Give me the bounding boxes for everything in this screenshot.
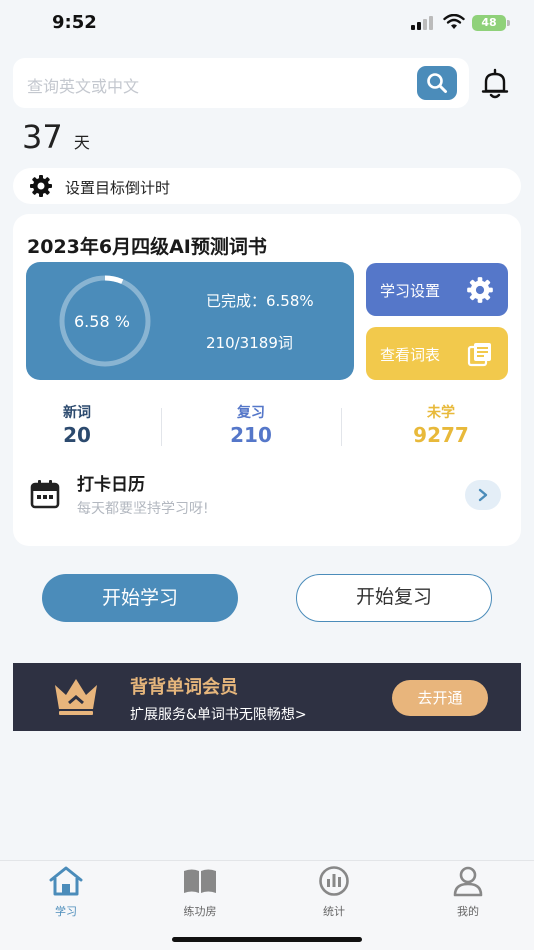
battery-indicator: 48 (472, 15, 506, 31)
search-icon (427, 73, 447, 93)
home-indicator (172, 937, 362, 942)
home-icon (49, 866, 83, 896)
stat-review-label: 复习 (237, 405, 265, 421)
tab-practice-label: 练功房 (183, 905, 217, 918)
stat-divider (341, 408, 342, 446)
checkin-calendar-title[interactable]: 打卡日历 (77, 470, 145, 495)
word-book-card: 2023年6月四级AI预测词书 6.58 % 已完成：6.58% 210/318… (13, 214, 521, 546)
activate-vip-button[interactable]: 去开通 (392, 680, 488, 716)
study-settings-label: 学习设置 (380, 282, 441, 300)
set-goal-label: 设置目标倒计时 (65, 179, 171, 197)
list-icon (467, 343, 491, 367)
tab-study[interactable]: 学习 (26, 865, 106, 919)
gear-icon (467, 277, 493, 303)
set-goal-countdown-button[interactable]: 设置目标倒计时 (13, 168, 521, 204)
stat-unlearned-label: 未学 (427, 405, 455, 421)
book-title: 2023年6月四级AI预测词书 (27, 236, 267, 258)
stat-unlearned-value: 9277 (413, 423, 469, 447)
status-bar: 9:52 48 (0, 0, 534, 46)
tab-stats[interactable]: 统计 (294, 865, 374, 919)
start-review-button[interactable]: 开始复习 (296, 574, 492, 622)
vip-banner[interactable]: 背背单词会员 扩展服务&单词书无限畅想> 去开通 (13, 663, 521, 731)
status-time: 9:52 (52, 12, 97, 33)
vip-title: 背背单词会员 (130, 677, 238, 698)
view-wordlist-button[interactable]: 查看词表 (366, 327, 508, 380)
user-icon (453, 866, 483, 897)
tab-me-label: 我的 (457, 905, 479, 918)
crown-icon (55, 679, 97, 715)
checkin-calendar-subtitle: 每天都要坚持学习呀! (77, 501, 209, 517)
countdown-number: 37 (22, 118, 63, 156)
stat-new-words[interactable]: 新词 20 (27, 402, 127, 447)
countdown-unit: 天 (73, 133, 90, 152)
vip-subtitle[interactable]: 扩展服务&单词书无限畅想> (130, 704, 307, 724)
word-stats: 新词 20 复习 210 未学 9277 (13, 402, 521, 447)
stat-review-words[interactable]: 复习 210 (201, 402, 301, 447)
view-wordlist-label: 查看词表 (380, 346, 441, 364)
bell-icon[interactable] (480, 68, 510, 100)
study-settings-button[interactable]: 学习设置 (366, 263, 508, 316)
stat-review-value: 210 (230, 423, 272, 447)
search-button[interactable] (417, 66, 457, 100)
calendar-icon (30, 480, 60, 509)
chart-icon (319, 866, 349, 896)
chevron-right-icon (478, 488, 488, 502)
battery-tip (507, 20, 510, 26)
tab-stats-label: 统计 (323, 905, 345, 918)
calendar-open-button[interactable] (465, 480, 501, 510)
search-field[interactable]: 查询英文或中文 (13, 58, 469, 108)
tab-study-label: 学习 (55, 905, 77, 918)
progress-percent: 6.58 % (74, 312, 130, 331)
signal-icon (411, 16, 435, 30)
book-icon (184, 869, 216, 893)
tab-practice[interactable]: 练功房 (160, 865, 240, 919)
tab-me[interactable]: 我的 (428, 865, 508, 919)
stat-divider (161, 408, 162, 446)
stat-new-label: 新词 (63, 405, 91, 421)
wifi-icon (443, 14, 465, 29)
word-count-label: 210/3189词 (206, 334, 293, 352)
completed-label: 已完成：6.58% (206, 292, 314, 310)
stat-unlearned-words[interactable]: 未学 9277 (391, 402, 491, 447)
exam-countdown: 37 天 (22, 118, 90, 156)
search-placeholder[interactable]: 查询英文或中文 (27, 73, 139, 97)
progress-panel: 6.58 % 已完成：6.58% 210/3189词 (26, 262, 354, 380)
gear-icon (30, 175, 52, 197)
start-learning-button[interactable]: 开始学习 (42, 574, 238, 622)
stat-new-value: 20 (63, 423, 91, 447)
